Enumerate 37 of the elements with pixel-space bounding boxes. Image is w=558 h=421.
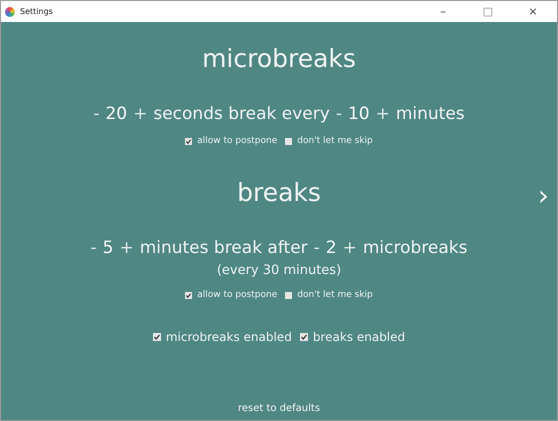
app-icon (5, 6, 15, 16)
increase-button[interactable]: + (119, 238, 134, 258)
setting-text: seconds break every (153, 104, 330, 124)
window-control[interactable]: × (513, 5, 553, 18)
checkbox[interactable] (185, 138, 192, 144)
checkbox[interactable] (185, 292, 192, 298)
increase-button[interactable]: + (133, 104, 148, 124)
decrease-button[interactable]: - (336, 104, 342, 124)
increase-button[interactable]: + (342, 238, 357, 258)
option-label: microbreaks enabled (166, 330, 292, 344)
checkbox[interactable] (285, 138, 292, 144)
value-text: 10 (348, 104, 370, 124)
section-heading: breaks (237, 177, 321, 209)
value-text: 2 (326, 238, 337, 258)
option-label: allow to postpone (197, 136, 278, 146)
checkbox[interactable] (152, 333, 161, 341)
setting-text: minutes (396, 104, 465, 124)
checkbox[interactable] (300, 333, 308, 341)
reset-link[interactable]: reset to defaults (238, 403, 320, 414)
option-label: don't let me skip (297, 136, 373, 146)
decrease-button[interactable]: - (314, 238, 320, 258)
option-label: breaks enabled (312, 330, 406, 344)
increase-button[interactable]: + (376, 104, 390, 124)
note-text: (every 30 minutes) (216, 263, 342, 278)
value-text: 5 (102, 238, 114, 258)
window-control[interactable]: – (423, 5, 463, 18)
option-label: don't let me skip (297, 290, 373, 300)
next-arrow[interactable]: › (538, 182, 549, 210)
decrease-button[interactable]: - (90, 238, 97, 258)
checkbox[interactable] (285, 292, 292, 298)
setting-text: minutes break after (140, 238, 308, 258)
decrease-button[interactable]: - (93, 104, 100, 124)
option-label: allow to postpone (197, 290, 278, 300)
section-heading: microbreaks (202, 43, 356, 75)
value-text: 20 (105, 104, 128, 124)
setting-text: microbreaks (362, 238, 468, 258)
window-title: Settings (20, 7, 53, 16)
